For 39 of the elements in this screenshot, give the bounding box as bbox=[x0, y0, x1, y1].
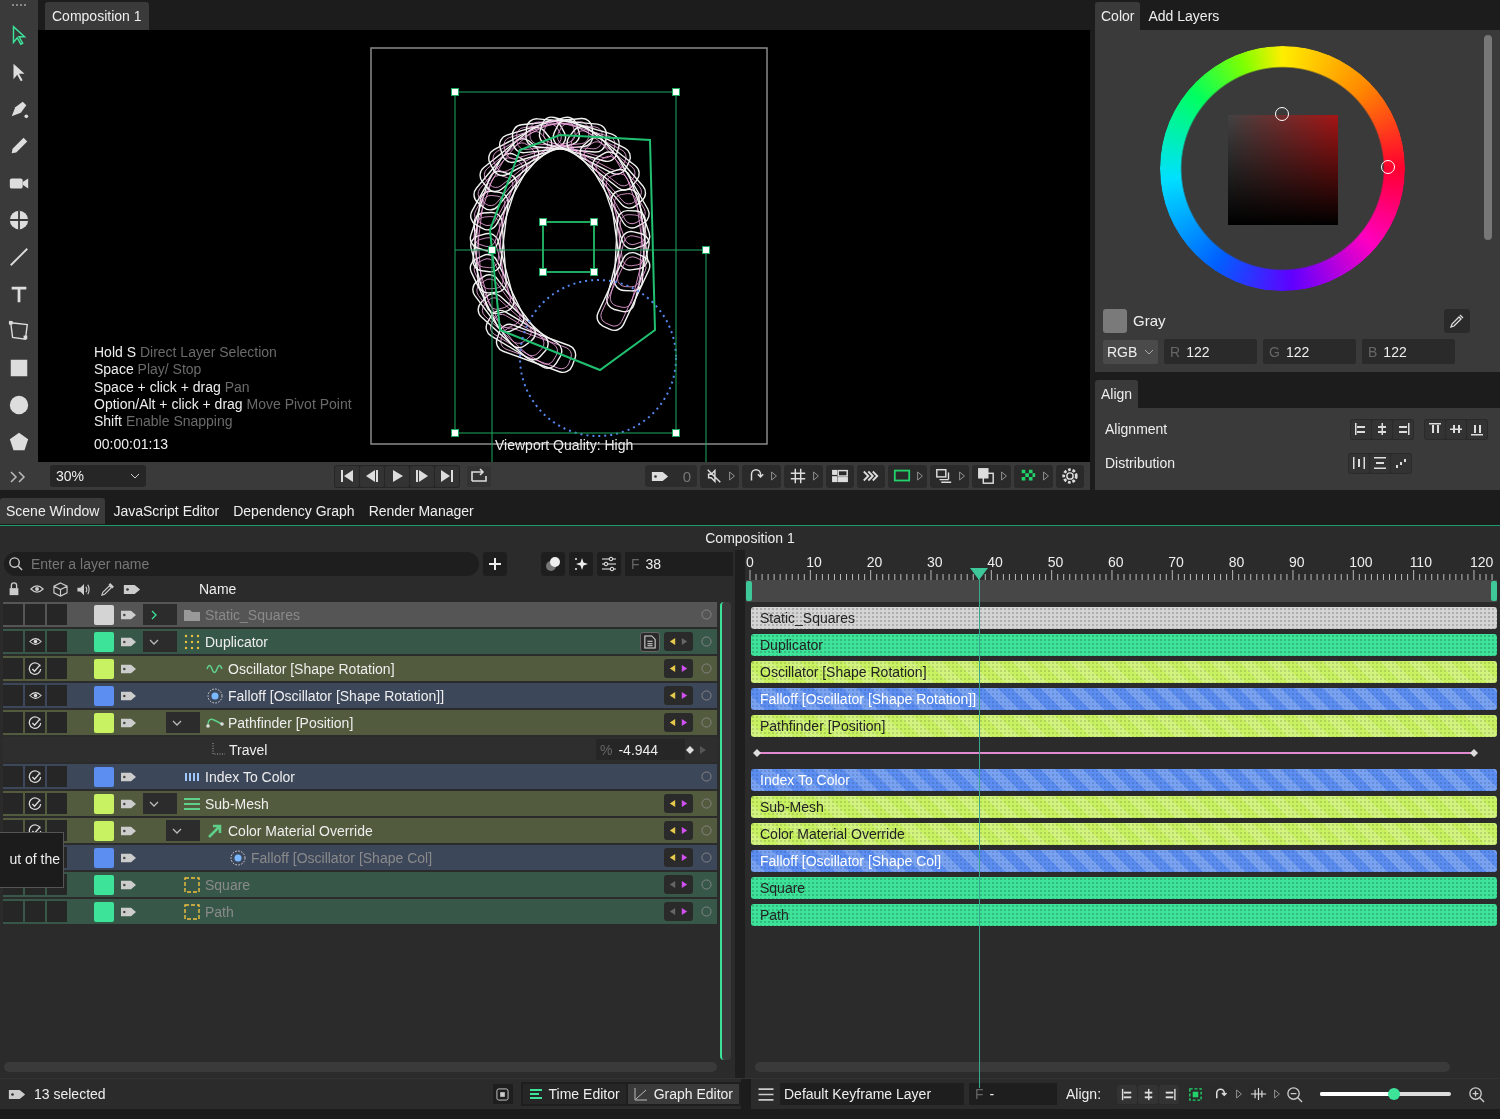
layer-name: Duplicator bbox=[205, 633, 269, 650]
ruler-label: 50 bbox=[1047, 554, 1064, 570]
ruler-label: 20 bbox=[866, 554, 883, 570]
ruler-label: 90 bbox=[1288, 554, 1305, 570]
timecode: 00:00:01:13 bbox=[94, 436, 169, 454]
viewport-quality-label: Viewport Quality: High bbox=[495, 437, 634, 453]
ruler-label: 100 bbox=[1349, 554, 1373, 570]
ruler-label: 120 bbox=[1469, 554, 1494, 570]
ruler-label: 40 bbox=[987, 554, 1003, 570]
layer-name: Index To Color bbox=[205, 768, 295, 785]
ruler-label: 30 bbox=[927, 554, 943, 570]
shortcut-hint: Space Play/ Stop bbox=[94, 361, 203, 379]
ruler-label: 60 bbox=[1107, 554, 1124, 570]
ruler-label: 0 bbox=[746, 554, 754, 570]
layer-name: Path bbox=[205, 903, 234, 920]
shortcut-hint: Option/Alt + click + drag Move Pivot Point bbox=[94, 395, 352, 414]
name-column-header: Name bbox=[199, 581, 237, 597]
distribution-label: Distribution bbox=[1105, 455, 1176, 471]
layer-name: Pathfinder [Position] bbox=[228, 714, 354, 731]
layer-name: Square bbox=[205, 876, 251, 893]
align-label: Align: bbox=[1066, 1086, 1102, 1102]
ruler-label: 80 bbox=[1228, 554, 1245, 570]
shortcut-hint: Hold S Direct Layer Selection bbox=[94, 344, 278, 362]
layer-name: Color Material Override bbox=[228, 822, 373, 839]
property-name: Travel bbox=[229, 741, 268, 758]
ruler-label: 70 bbox=[1168, 554, 1184, 570]
ruler-label: 110 bbox=[1409, 554, 1432, 570]
layer-name: Oscillator [Shape Rotation] bbox=[228, 660, 395, 677]
tooltip: ut of the bbox=[0, 832, 64, 888]
shortcut-hint: Shift Enable Snapping bbox=[94, 413, 234, 431]
layer-name: Falloff [Oscillator [Shape Col] bbox=[251, 849, 433, 866]
alignment-label: Alignment bbox=[1105, 421, 1168, 437]
composition-title: Composition 1 bbox=[0, 526, 1500, 550]
shortcut-hint: Space + click + drag Pan bbox=[94, 378, 251, 396]
color-name: Gray bbox=[1133, 312, 1166, 329]
selection-count: 13 selected bbox=[34, 1086, 106, 1102]
layer-name: Falloff [Oscillator [Shape Rotation]] bbox=[228, 687, 445, 704]
layer-name: Sub-Mesh bbox=[205, 795, 269, 812]
ruler-label: 10 bbox=[806, 554, 822, 570]
